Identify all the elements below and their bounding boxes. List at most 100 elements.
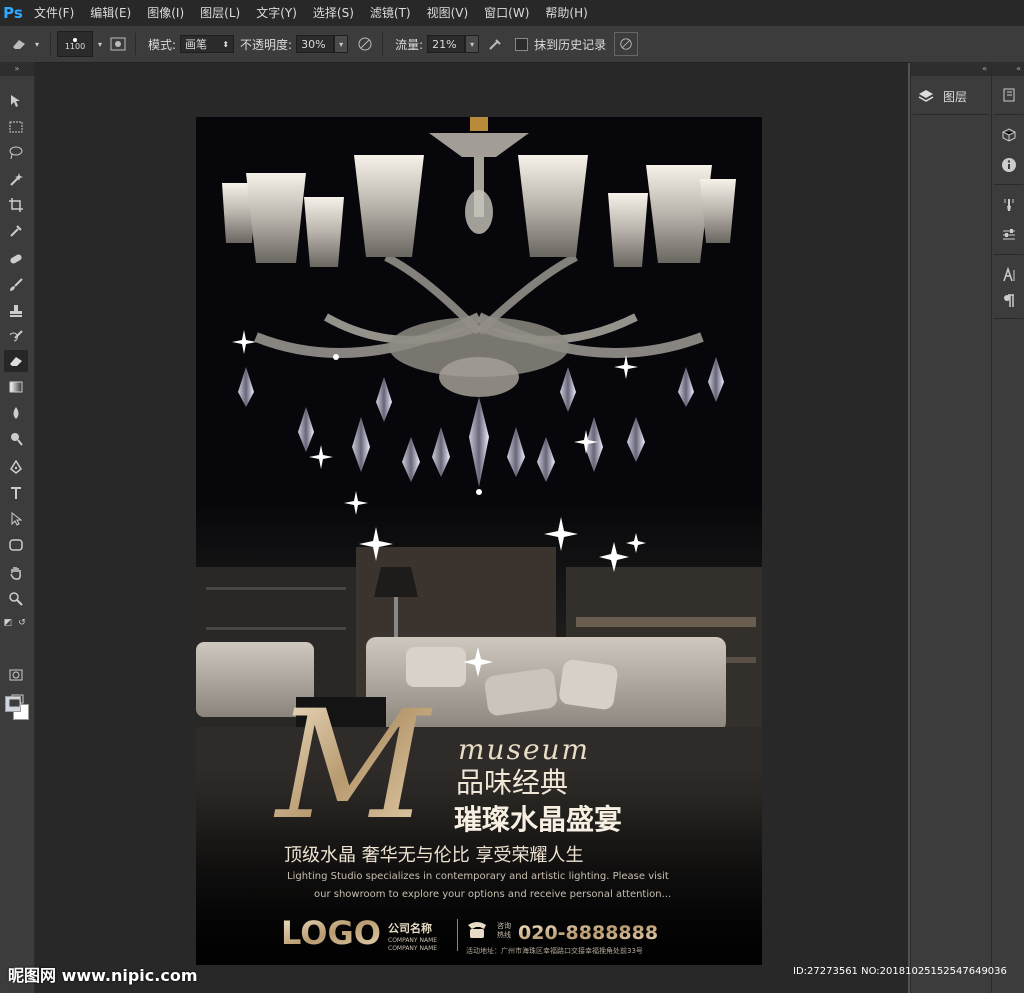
big-letter-m: M xyxy=(273,679,433,853)
menu-select[interactable]: 选择(S) xyxy=(305,0,362,26)
eraser-tool-preset-icon[interactable] xyxy=(8,33,30,55)
screen-mode-icon[interactable] xyxy=(4,690,28,712)
mode-label: 模式: xyxy=(148,37,177,52)
document-canvas[interactable]: M museum 品味经典 璀璨水晶盛宴 顶级水晶 奢华无与伦比 享受荣耀人生 … xyxy=(196,117,762,965)
menu-bar: Ps 文件(F) 编辑(E) 图像(I) 图层(L) 文字(Y) 选择(S) 滤… xyxy=(0,0,1024,26)
layers-icon xyxy=(918,90,934,102)
move-tool-icon[interactable] xyxy=(4,90,28,112)
erase-history-label: 抹到历史记录 xyxy=(534,37,607,52)
menu-filter[interactable]: 滤镜(T) xyxy=(362,0,419,26)
adjustments-icon[interactable] xyxy=(998,224,1020,246)
company-name-en-1: COMPANY NAME xyxy=(388,937,437,944)
menu-window[interactable]: 窗口(W) xyxy=(476,0,537,26)
menu-help[interactable]: 帮助(H) xyxy=(537,0,595,26)
layers-tab-label: 图层 xyxy=(943,89,968,104)
watermark-left: 昵图网 www.nipic.com xyxy=(8,966,198,985)
brush-tool-icon[interactable] xyxy=(4,274,28,296)
collapse-arrows-icon[interactable]: « xyxy=(992,62,1024,76)
default-colors-icon[interactable]: ◩ xyxy=(2,612,14,634)
address-text: 活动地址：广州市海珠区幸福路口交接幸福挽角处前33号 xyxy=(466,946,643,955)
panel-divider xyxy=(994,184,1023,185)
info-panel-icon[interactable] xyxy=(998,154,1020,176)
brush-presets-icon[interactable] xyxy=(998,194,1020,216)
erase-history-checkbox[interactable] xyxy=(515,37,529,51)
brush-size-value: 1100 xyxy=(64,41,86,51)
marquee-tool-icon[interactable] xyxy=(4,116,28,138)
poster-typography: M museum 品味经典 璀璨水晶盛宴 顶级水晶 奢华无与伦比 享受荣耀人生 … xyxy=(273,679,671,955)
logo-text: LOGO xyxy=(281,914,381,952)
eraser-tool-icon[interactable] xyxy=(4,350,28,372)
panel-icon-strip: « xyxy=(991,62,1024,993)
hand-tool-icon[interactable] xyxy=(4,562,28,584)
options-bar: ▾ 1100 ▾ 模式: 画笔 ⬍ 不透明度: 30% ▾ 流量: 21% ▾ … xyxy=(0,26,1024,63)
airbrush-icon[interactable] xyxy=(485,33,507,55)
layers-panel-tab[interactable]: 图层 xyxy=(917,84,983,108)
magic-wand-tool-icon[interactable] xyxy=(4,168,28,190)
panel-divider xyxy=(994,318,1023,319)
pressure-size-icon[interactable] xyxy=(614,32,639,56)
collapse-arrows-icon[interactable]: » xyxy=(0,62,34,76)
zoom-tool-icon[interactable] xyxy=(4,588,28,610)
type-tool-icon[interactable] xyxy=(4,482,28,504)
tools-panel: » ◩ ↺ xyxy=(0,62,35,993)
hotline-label-2: 热线 xyxy=(497,930,511,939)
pen-tool-icon[interactable] xyxy=(4,456,28,478)
menu-layer[interactable]: 图层(L) xyxy=(192,0,248,26)
history-brush-tool-icon[interactable] xyxy=(4,326,28,348)
photoshop-logo: Ps xyxy=(3,4,23,22)
character-panel-icon[interactable] xyxy=(998,264,1020,286)
tool-preset-dropdown[interactable]: ▾ xyxy=(30,35,44,53)
mode-select[interactable]: 画笔 ⬍ xyxy=(180,35,235,53)
brush-size-dropdown[interactable]: ▾ xyxy=(93,35,107,53)
shape-tool-icon[interactable] xyxy=(4,534,28,556)
company-name-en-2: COMPANY NAME xyxy=(388,945,437,952)
museum-text: museum xyxy=(458,733,590,766)
brush-panel-icon[interactable] xyxy=(107,33,129,55)
watermark-right: ID:27273561 NO:20181025152547649036 xyxy=(793,966,1007,977)
panel-divider xyxy=(994,254,1023,255)
collapse-arrows-icon[interactable]: « xyxy=(911,62,991,76)
menu-image[interactable]: 图像(I) xyxy=(139,0,192,26)
menu-view[interactable]: 视图(V) xyxy=(419,0,477,26)
mode-value: 画笔 xyxy=(185,38,208,51)
telephone-icon xyxy=(468,922,486,938)
layers-panel-dock: « 图层 xyxy=(910,62,991,993)
contact-divider xyxy=(457,919,458,951)
lasso-tool-icon[interactable] xyxy=(4,142,28,164)
flow-dropdown[interactable]: ▾ xyxy=(465,35,480,53)
updown-icon: ⬍ xyxy=(222,39,230,49)
crystal-chandelier-image xyxy=(222,117,736,515)
menu-type[interactable]: 文字(Y) xyxy=(248,0,305,26)
gradient-tool-icon[interactable] xyxy=(4,376,28,398)
phone-number: 020-8888888 xyxy=(518,922,658,944)
menu-file[interactable]: 文件(F) xyxy=(26,0,82,26)
flow-label: 流量: xyxy=(395,37,424,52)
brush-size-picker[interactable]: 1100 xyxy=(57,31,93,57)
opacity-dropdown[interactable]: ▾ xyxy=(334,35,349,53)
stamp-tool-icon[interactable] xyxy=(4,300,28,322)
tagline-luxury: 顶级水晶 奢华无与伦比 享受荣耀人生 xyxy=(284,845,583,866)
healing-brush-tool-icon[interactable] xyxy=(4,248,28,270)
opacity-input[interactable]: 30% xyxy=(296,35,335,53)
flow-input[interactable]: 21% xyxy=(427,35,466,53)
company-name-cn: 公司名称 xyxy=(388,921,432,935)
menu-edit[interactable]: 编辑(E) xyxy=(82,0,139,26)
panel-divider xyxy=(994,114,1023,115)
quick-mask-icon[interactable] xyxy=(4,664,28,686)
pressure-opacity-icon[interactable] xyxy=(354,33,376,55)
crop-tool-icon[interactable] xyxy=(4,194,28,216)
swap-colors-icon[interactable]: ↺ xyxy=(16,612,28,634)
panel-divider xyxy=(913,114,989,115)
3d-panel-icon[interactable] xyxy=(998,124,1020,146)
tagline-crystal-feast: 璀璨水晶盛宴 xyxy=(454,803,622,836)
hotline-label-1: 咨询 xyxy=(497,921,511,930)
history-panel-icon[interactable] xyxy=(998,84,1020,106)
dodge-tool-icon[interactable] xyxy=(4,428,28,450)
eyedropper-tool-icon[interactable] xyxy=(4,220,28,242)
english-desc-1: Lighting Studio specializes in contempor… xyxy=(287,871,669,882)
blur-tool-icon[interactable] xyxy=(4,402,28,424)
tagline-classic: 品味经典 xyxy=(456,766,568,799)
path-selection-tool-icon[interactable] xyxy=(4,508,28,530)
english-desc-2: our showroom to explore your options and… xyxy=(314,889,671,900)
paragraph-panel-icon[interactable] xyxy=(998,290,1020,312)
